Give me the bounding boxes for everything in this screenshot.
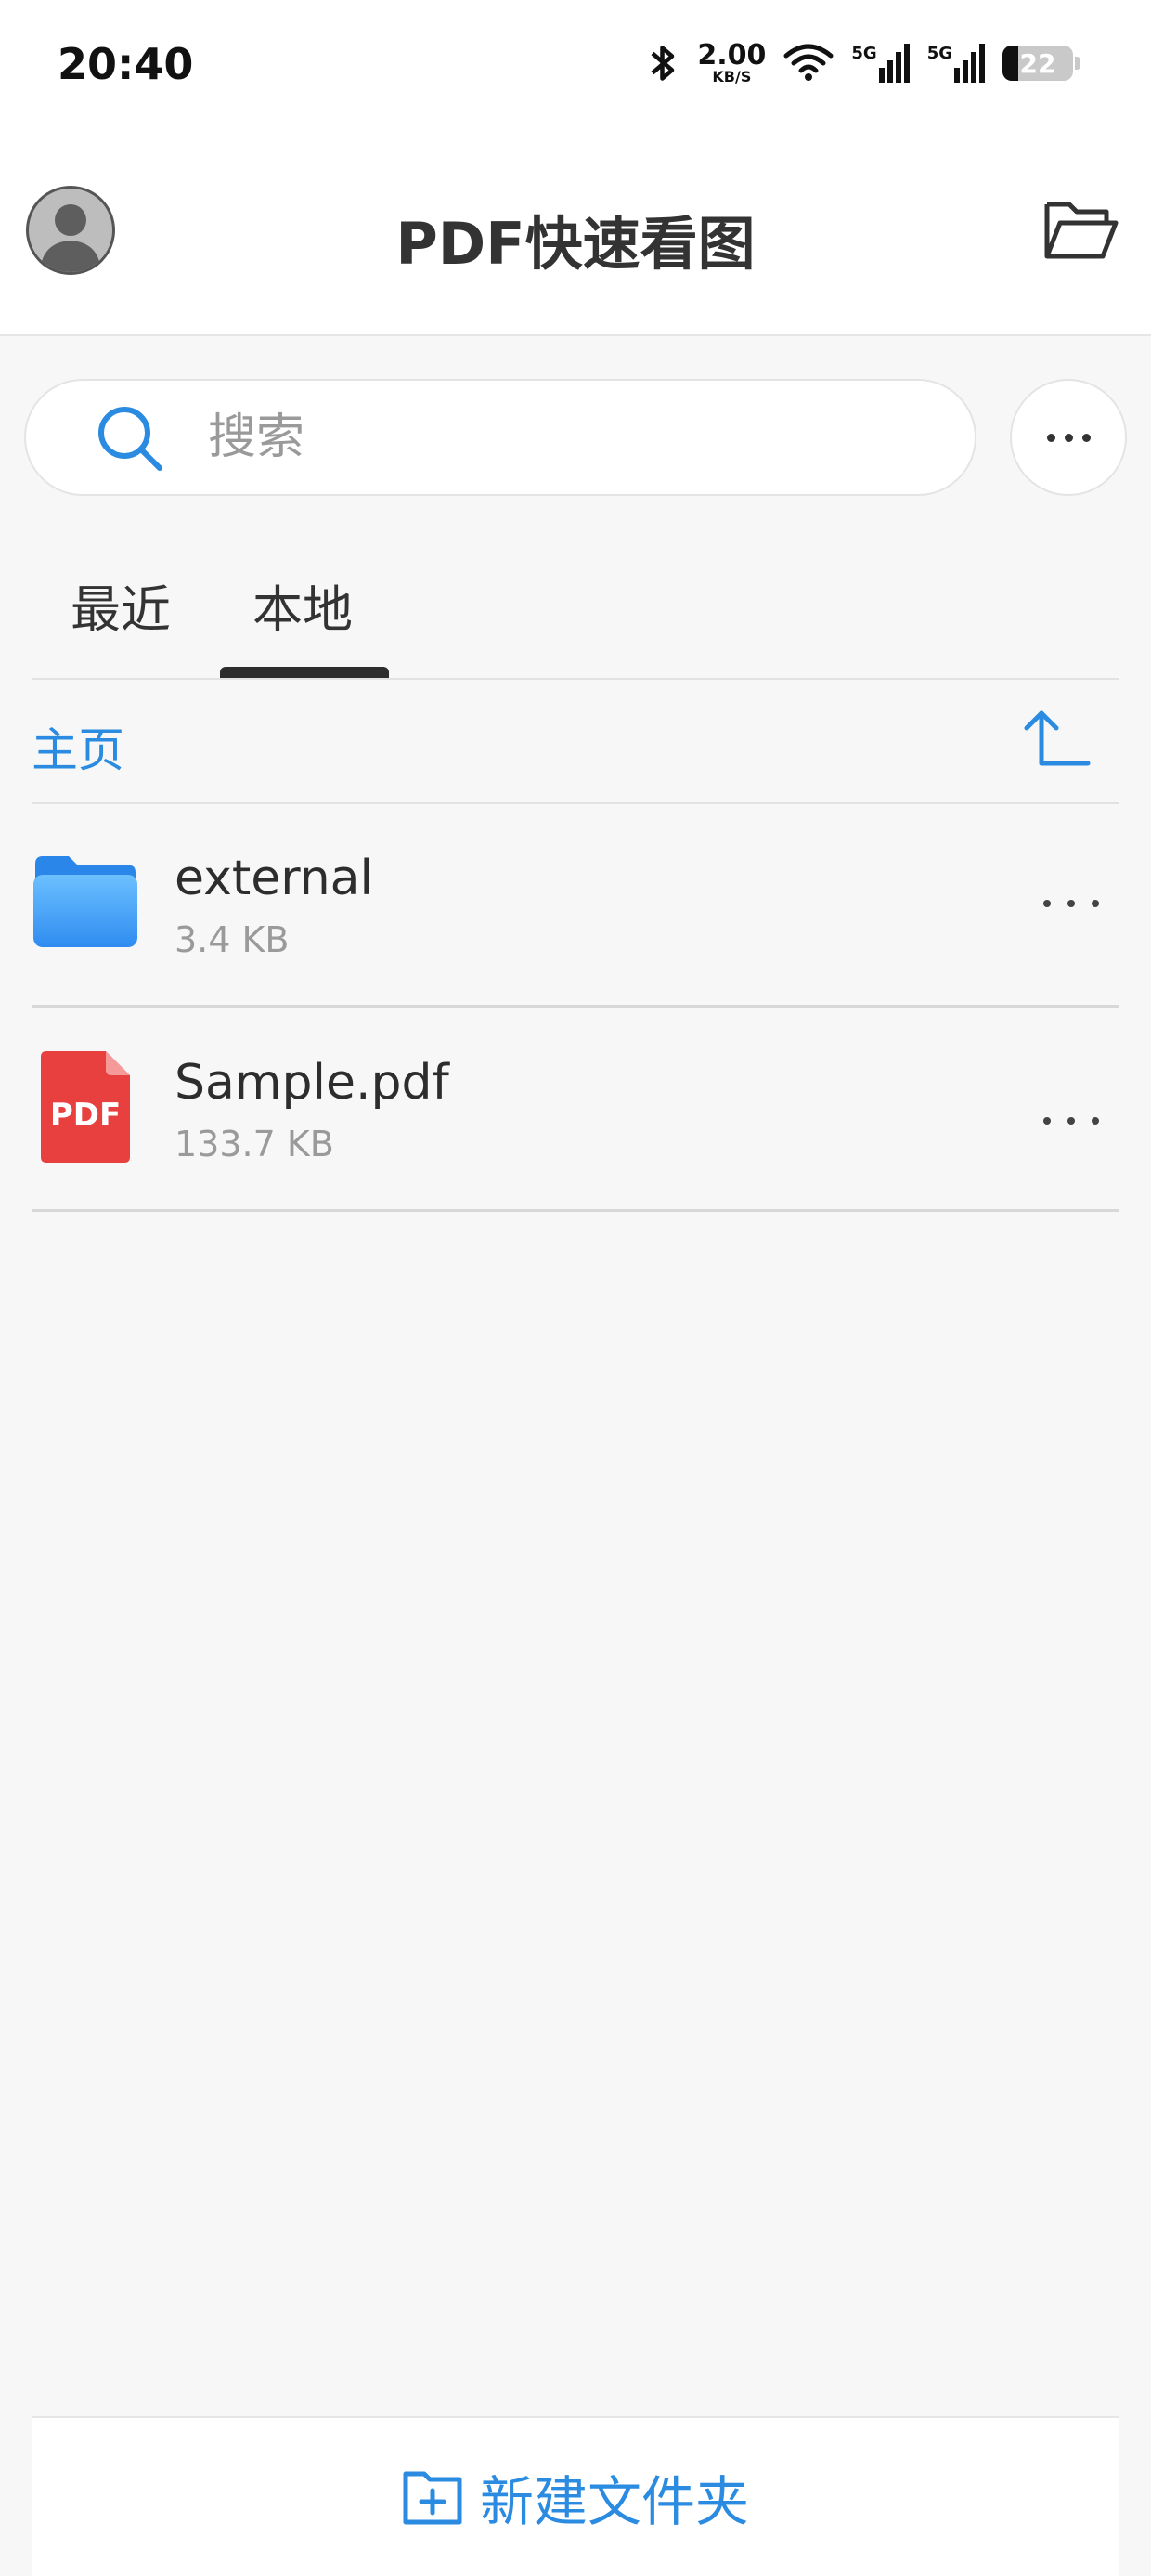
signal-1-label: 5G xyxy=(851,44,877,63)
status-bar: 20:40 2.00 KB/S 5G 5G 22 xyxy=(0,0,1151,139)
folder-icon xyxy=(33,856,137,947)
pdf-icon-text: PDF xyxy=(50,1097,121,1134)
signal-2-label: 5G xyxy=(926,44,952,63)
wifi-icon xyxy=(783,44,834,81)
file-name: external xyxy=(175,851,373,906)
battery-icon: 22 xyxy=(1002,46,1080,81)
up-arrow-icon[interactable] xyxy=(1021,706,1092,773)
signal-5g-icon: 5G xyxy=(851,44,910,83)
network-speed-unit: KB/S xyxy=(712,68,752,85)
battery-level: 22 xyxy=(1019,47,1056,79)
tab-local[interactable]: 本地 xyxy=(252,568,353,642)
more-icon[interactable] xyxy=(1043,890,1099,917)
bluetooth-icon xyxy=(651,46,675,81)
search-bar[interactable] xyxy=(24,379,976,496)
file-size: 133.7 KB xyxy=(175,1124,334,1164)
network-speed: 2.00 KB/S xyxy=(697,42,766,85)
list-item[interactable]: external 3.4 KB xyxy=(32,804,1119,1007)
folder-open-icon[interactable] xyxy=(1041,193,1119,267)
search-icon xyxy=(98,407,162,471)
status-icons: 2.00 KB/S 5G 5G 22 xyxy=(647,37,1080,89)
page-title: PDF快速看图 xyxy=(395,210,756,278)
more-icon xyxy=(1046,433,1091,442)
new-folder-label: 新建文件夹 xyxy=(479,2470,749,2533)
signal-5g-icon: 5G xyxy=(927,44,986,83)
pdf-file-icon: PDF xyxy=(41,1051,130,1163)
breadcrumb[interactable]: 主页 xyxy=(32,713,124,780)
file-name: Sample.pdf xyxy=(175,1055,449,1111)
active-tab-indicator xyxy=(220,667,389,678)
file-size: 3.4 KB xyxy=(175,919,290,960)
more-options-button[interactable] xyxy=(1010,379,1127,496)
search-input[interactable] xyxy=(206,399,934,475)
divider xyxy=(32,678,1119,680)
new-folder-icon xyxy=(403,2471,462,2525)
app-header: PDF快速看图 xyxy=(0,139,1151,336)
network-speed-value: 2.00 xyxy=(697,39,767,72)
divider xyxy=(32,1209,1119,1212)
status-time: 20:40 xyxy=(58,39,194,89)
more-icon[interactable] xyxy=(1043,1107,1099,1135)
divider xyxy=(32,1005,1119,1008)
tab-recent[interactable]: 最近 xyxy=(71,568,171,642)
list-item[interactable]: PDF Sample.pdf 133.7 KB xyxy=(32,1008,1119,1211)
new-folder-button[interactable]: 新建文件夹 xyxy=(32,2416,1119,2576)
